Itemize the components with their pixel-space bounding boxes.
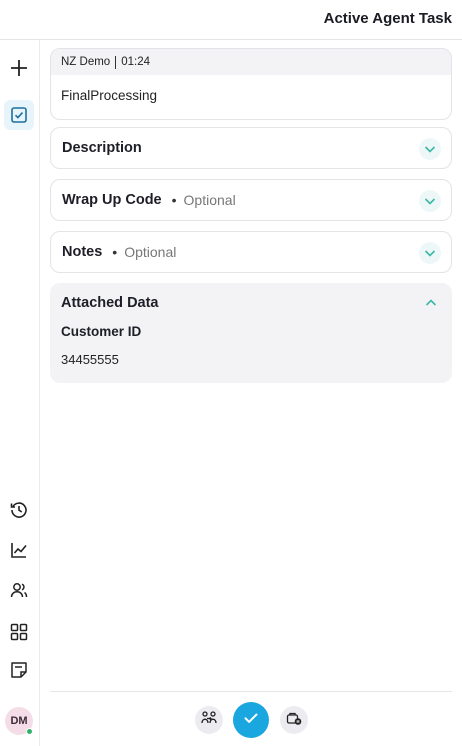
notes-panel[interactable]: Notes • Optional [50, 231, 452, 273]
task-timer: 01:24 [121, 56, 150, 68]
complete-task-button[interactable] [233, 702, 269, 738]
task-name: FinalProcessing [61, 88, 158, 103]
active-tasks-button[interactable] [4, 100, 34, 130]
apps-grid-icon [10, 623, 28, 641]
attached-data-title: Attached Data [61, 295, 159, 311]
bullet-separator: • [171, 192, 177, 208]
chevron-down-icon[interactable] [419, 242, 441, 264]
agent-app: Active Agent Task DM NZ Demo 01:24 Final… [0, 0, 462, 746]
hold-icon [285, 709, 303, 732]
history-icon [9, 500, 29, 520]
presence-status-dot [26, 728, 33, 735]
notes-title: Notes [62, 244, 103, 260]
analytics-button[interactable] [4, 535, 34, 565]
description-title: Description [62, 140, 142, 156]
task-checkbox-icon [10, 106, 28, 124]
bullet-separator: • [112, 244, 118, 260]
avatar[interactable]: DM [5, 707, 33, 735]
customer-id-label: Customer ID [61, 324, 142, 339]
complete-check-icon [242, 709, 260, 732]
footer-divider [50, 691, 452, 692]
avatar-initials: DM [10, 715, 28, 727]
task-meta: NZ Demo 01:24 [51, 49, 451, 75]
left-rail: DM [0, 40, 40, 746]
contacts-icon [9, 580, 29, 600]
attached-data-panel: Attached Data Customer ID 34455555 [50, 283, 452, 383]
task-card: NZ Demo 01:24 FinalProcessing [50, 48, 452, 120]
wrap-up-code-panel[interactable]: Wrap Up Code • Optional [50, 179, 452, 221]
meta-divider [115, 55, 117, 69]
optional-label: Optional [124, 244, 177, 260]
chevron-up-icon[interactable] [420, 292, 442, 314]
page-title: Active Agent Task [323, 10, 452, 27]
analytics-icon [9, 540, 29, 560]
transfer-button[interactable] [195, 706, 223, 734]
chevron-down-icon[interactable] [419, 190, 441, 212]
header: Active Agent Task [0, 0, 462, 40]
plus-icon [9, 58, 29, 78]
chevron-down-icon[interactable] [419, 138, 441, 160]
notes-icon [10, 661, 28, 679]
hold-button[interactable] [280, 706, 308, 734]
notes-button[interactable] [4, 655, 34, 685]
transfer-icon [200, 709, 218, 732]
wrap-up-code-title: Wrap Up Code [62, 192, 162, 208]
new-task-button[interactable] [4, 53, 34, 83]
history-button[interactable] [4, 495, 34, 525]
task-queue: NZ Demo [61, 56, 111, 68]
apps-button[interactable] [4, 617, 34, 647]
optional-label: Optional [183, 192, 236, 208]
contacts-button[interactable] [4, 575, 34, 605]
customer-id-value: 34455555 [61, 352, 119, 367]
description-panel[interactable]: Description [50, 127, 452, 169]
